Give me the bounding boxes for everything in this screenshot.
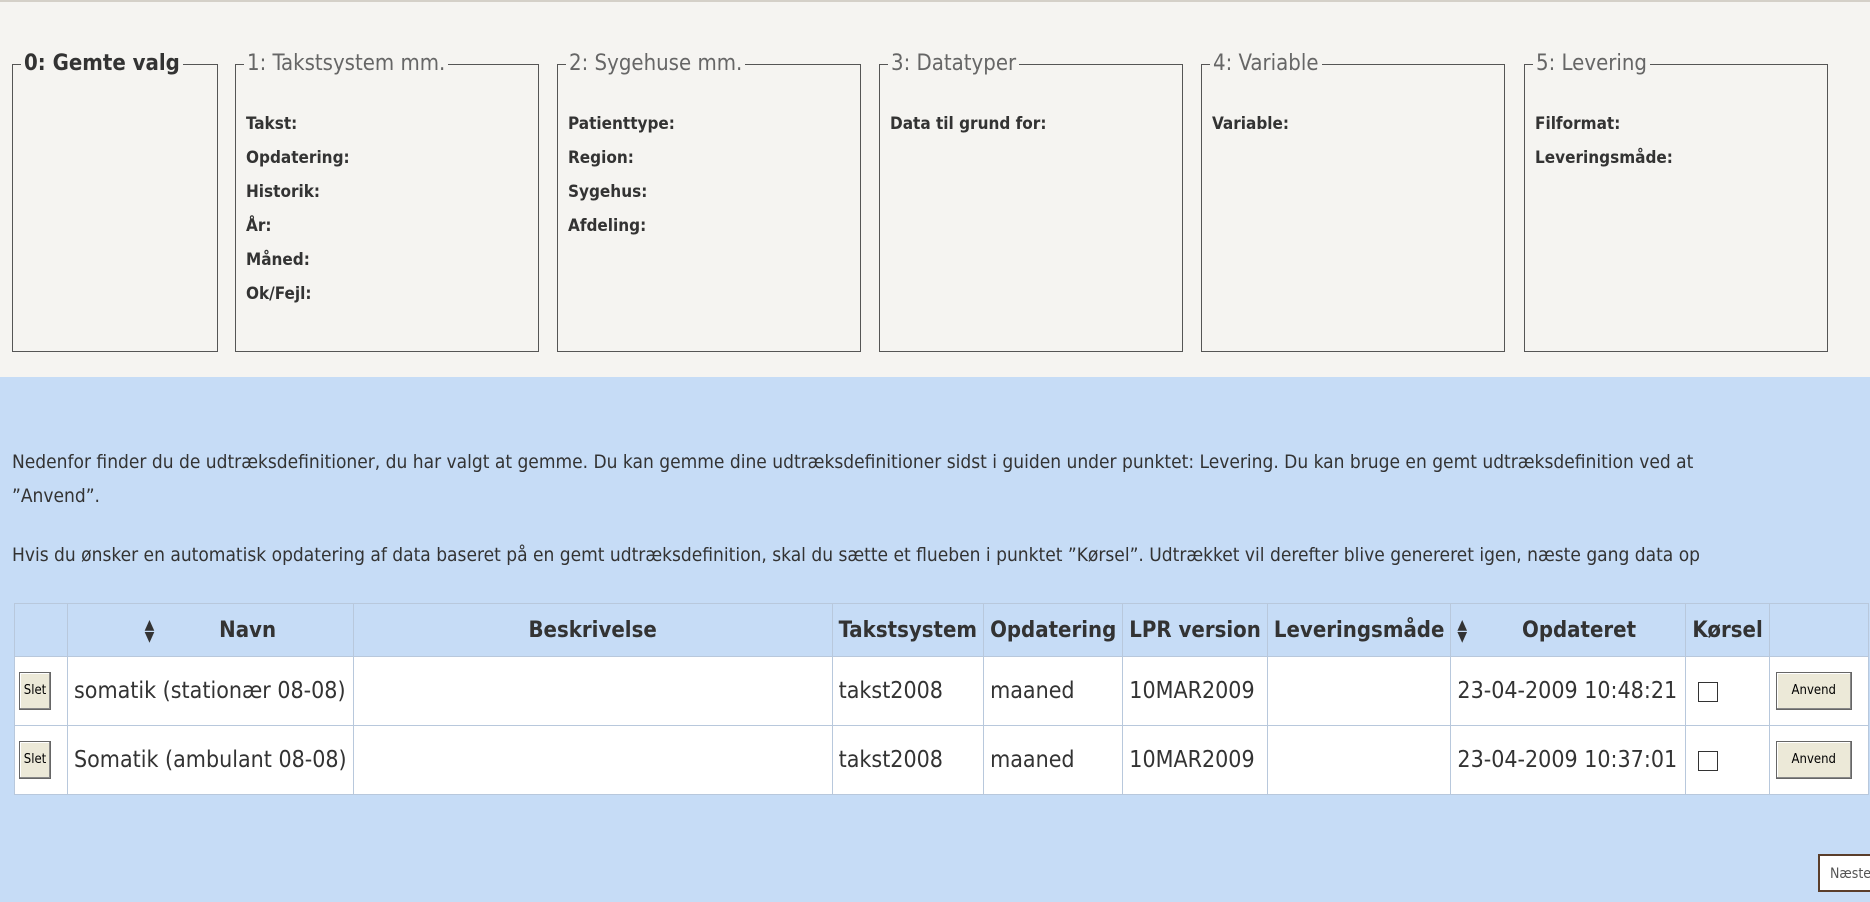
table-row: Slet somatik (stationær 08-08) takst2008… (14, 656, 1869, 726)
cell-takstsystem: takst2008 (831, 725, 985, 795)
field-label: Variable: (1212, 114, 1290, 134)
cell-leveringsmaade (1266, 656, 1452, 726)
field-label: Sygehus: (568, 182, 648, 202)
cell-beskrivelse (352, 725, 833, 795)
step-5-levering[interactable]: 5: Levering Filformat: Leveringsmåde: (1524, 52, 1828, 352)
cell-beskrivelse (352, 656, 833, 726)
table-row: Slet Somatik (ambulant 08-08) takst2008 … (14, 725, 1869, 795)
sort-updown-icon[interactable]: ▲ ▼ (1457, 618, 1467, 644)
cell-korsel (1685, 656, 1770, 726)
header-label: Navn (219, 617, 277, 643)
header-opdateret[interactable]: ▲ ▼ Opdateret (1450, 603, 1687, 657)
step-legend: 0: Gemte valg (21, 52, 183, 76)
field-label: Ok/Fejl: (246, 284, 312, 304)
delete-button[interactable]: Slet (19, 741, 51, 779)
info-text-line2: ”Anvend”. (12, 485, 100, 507)
step-1-takstsystem[interactable]: 1: Takstsystem mm. Takst: Opdatering: Hi… (235, 52, 539, 352)
header-beskrivelse: Beskrivelse (352, 603, 833, 657)
field-label: Opdatering: (246, 148, 350, 168)
field-label: Region: (568, 148, 634, 168)
step-3-datatyper[interactable]: 3: Datatyper Data til grund for: (879, 52, 1183, 352)
header-korsel: Kørsel (1685, 603, 1770, 657)
step-4-variable[interactable]: 4: Variable Variable: (1201, 52, 1505, 352)
step-legend: 3: Datatyper (888, 52, 1020, 76)
field-label: År: (246, 216, 272, 236)
cell-navn: somatik (stationær 08-08) (67, 656, 354, 726)
header-takstsystem: Takstsystem (831, 603, 985, 657)
cell-lpr-version: 10MAR2009 (1122, 656, 1268, 726)
wizard-steps-panel: 0: Gemte valg 1: Takstsystem mm. Takst: … (0, 0, 1870, 377)
sort-updown-icon[interactable]: ▲ ▼ (145, 618, 155, 644)
field-label: Takst: (246, 114, 298, 134)
header-slet (14, 603, 68, 657)
step-0-gemte-valg[interactable]: 0: Gemte valg (12, 52, 218, 352)
cell-slet: Slet (14, 656, 68, 726)
header-anvend (1768, 603, 1869, 657)
cell-korsel (1685, 725, 1770, 795)
table-header-row: ▲ ▼ Navn Beskrivelse Takstsystem Opdateri… (14, 603, 1869, 657)
step-legend: 4: Variable (1210, 52, 1322, 76)
korsel-checkbox[interactable] (1698, 681, 1719, 702)
field-label: Filformat: (1535, 114, 1621, 134)
cell-lpr-version: 10MAR2009 (1122, 725, 1268, 795)
cell-leveringsmaade (1266, 725, 1452, 795)
header-label: Opdateret (1522, 617, 1637, 643)
field-label: Patienttype: (568, 114, 675, 134)
cell-takstsystem: takst2008 (831, 656, 985, 726)
cell-opdateret: 23-04-2009 10:48:21 (1450, 656, 1687, 726)
apply-button[interactable]: Anvend (1775, 672, 1852, 710)
cell-opdateret: 23-04-2009 10:37:01 (1450, 725, 1687, 795)
header-leveringsmaade: Leveringsmåde (1266, 603, 1452, 657)
field-label: Måned: (246, 250, 310, 270)
step-legend: 5: Levering (1533, 52, 1650, 76)
header-opdatering: Opdatering (983, 603, 1124, 657)
field-label: Leveringsmåde: (1535, 148, 1673, 168)
apply-button[interactable]: Anvend (1775, 741, 1852, 779)
cell-anvend: Anvend (1768, 656, 1869, 726)
cell-opdatering: maaned (983, 725, 1124, 795)
cell-slet: Slet (14, 725, 68, 795)
field-label: Afdeling: (568, 216, 647, 236)
saved-definitions-table: ▲ ▼ Navn Beskrivelse Takstsystem Opdateri… (14, 603, 1869, 795)
delete-button[interactable]: Slet (19, 672, 51, 710)
info-text-line1: Nedenfor finder du de udtræksdefinitione… (12, 451, 1694, 473)
header-navn[interactable]: ▲ ▼ Navn (67, 603, 354, 657)
next-button[interactable]: Næste (1818, 854, 1870, 892)
info-text-line3: Hvis du ønsker en automatisk opdatering … (12, 544, 1701, 566)
cell-navn: Somatik (ambulant 08-08) (67, 725, 354, 795)
cell-anvend: Anvend (1768, 725, 1869, 795)
field-label: Data til grund for: (890, 114, 1047, 134)
field-label: Historik: (246, 182, 321, 202)
step-legend: 2: Sygehuse mm. (566, 52, 746, 76)
header-lpr-version: LPR version (1122, 603, 1268, 657)
cell-opdatering: maaned (983, 656, 1124, 726)
korsel-checkbox[interactable] (1698, 750, 1719, 771)
step-2-sygehuse[interactable]: 2: Sygehuse mm. Patienttype: Region: Syg… (557, 52, 861, 352)
step-legend: 1: Takstsystem mm. (244, 52, 449, 76)
